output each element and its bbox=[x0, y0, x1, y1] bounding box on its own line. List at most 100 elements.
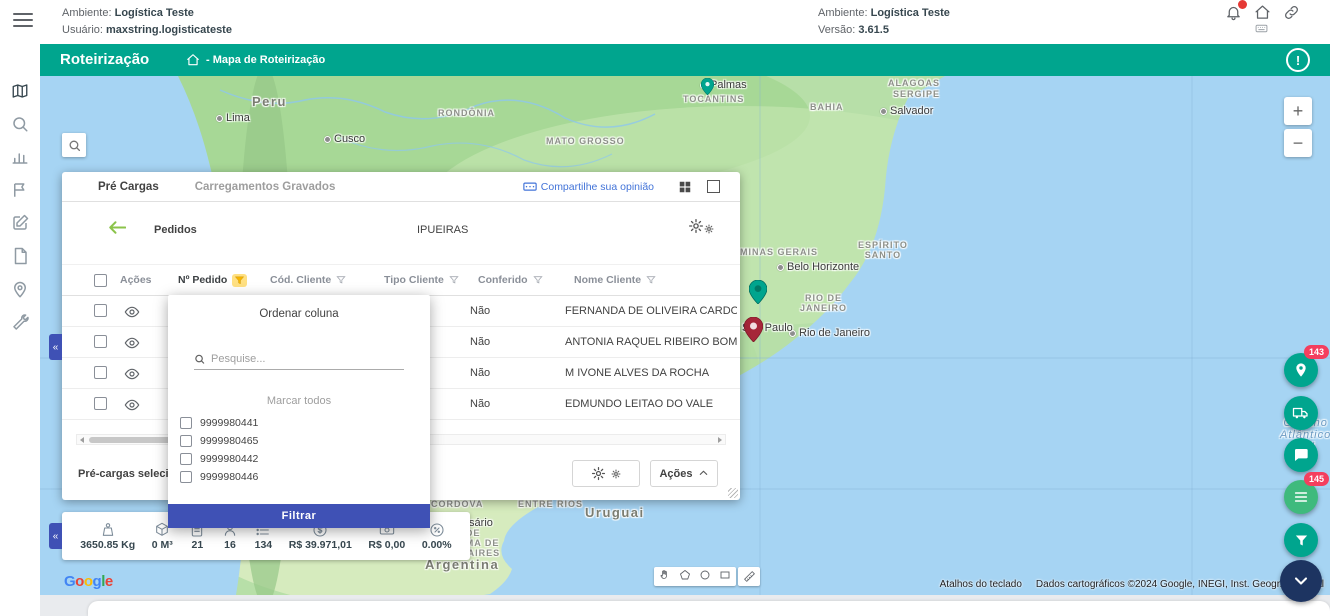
user-value: maxstring.logisticateste bbox=[106, 24, 232, 36]
sidebar bbox=[0, 44, 40, 616]
markers-count-badge: 143 bbox=[1304, 345, 1329, 359]
nome-cliente-cell: M IVONE ALVES DA ROCHA bbox=[565, 367, 709, 379]
back-button[interactable] bbox=[108, 220, 126, 240]
filter-funnel-icon[interactable] bbox=[533, 275, 543, 285]
panel-resize-handle[interactable] bbox=[728, 488, 738, 498]
tab-carregamentos-gravados[interactable]: Carregamentos Gravados bbox=[177, 172, 354, 201]
grid-view-icon[interactable] bbox=[678, 180, 692, 199]
select-all-label: Marcar todos bbox=[168, 395, 430, 407]
map-marker-small[interactable] bbox=[701, 78, 714, 100]
select-mode-icon[interactable] bbox=[707, 180, 720, 193]
filter-search-input[interactable] bbox=[211, 353, 404, 365]
filter-option[interactable]: 9999980446 bbox=[180, 471, 258, 483]
keyboard-icon[interactable] bbox=[1255, 22, 1268, 40]
nome-cliente-cell: FERNANDA DE OLIVEIRA CARDO bbox=[565, 305, 737, 317]
filter-funnel-icon[interactable] bbox=[449, 275, 459, 285]
option-checkbox[interactable] bbox=[180, 435, 192, 447]
scroll-left-arrow[interactable] bbox=[77, 435, 87, 444]
google-logo[interactable]: Google bbox=[64, 573, 113, 590]
notifications-bell-icon[interactable] bbox=[1225, 4, 1242, 26]
bottom-collapsed-bar[interactable] bbox=[88, 601, 1330, 616]
row-checkbox[interactable] bbox=[94, 366, 107, 379]
sidebar-document-icon[interactable] bbox=[11, 247, 29, 270]
sidebar-tools-icon[interactable] bbox=[11, 314, 29, 337]
env-value: Logística Teste bbox=[115, 7, 194, 19]
filter-funnel-active-icon[interactable] bbox=[232, 274, 247, 287]
sidebar-chart-icon[interactable] bbox=[11, 148, 29, 171]
column-filter-popup: Ordenar coluna Marcar todos 9999980441 9… bbox=[168, 295, 430, 528]
weight-icon bbox=[100, 522, 116, 538]
sidebar-flag-icon[interactable] bbox=[11, 181, 29, 204]
fab-chat-button[interactable] bbox=[1284, 438, 1318, 472]
page-title: Roteirização bbox=[60, 51, 149, 68]
menu-icon[interactable] bbox=[13, 13, 33, 29]
fab-filter-button[interactable] bbox=[1284, 523, 1318, 557]
draw-circle-icon[interactable] bbox=[699, 568, 711, 586]
fab-collapse-button[interactable] bbox=[1280, 560, 1322, 602]
env2-label: Ambiente: bbox=[818, 7, 868, 19]
map-search-button[interactable] bbox=[62, 133, 86, 157]
map-marker-teal[interactable] bbox=[749, 280, 767, 309]
sidebar-search-icon[interactable] bbox=[11, 115, 29, 138]
filter-option[interactable]: 9999980442 bbox=[180, 453, 258, 465]
totals-collapse-tab[interactable]: « bbox=[49, 523, 62, 549]
view-order-icon[interactable] bbox=[124, 366, 140, 387]
view-order-icon[interactable] bbox=[124, 335, 140, 356]
measure-ruler-icon[interactable] bbox=[738, 567, 760, 586]
link-icon[interactable] bbox=[1283, 4, 1300, 26]
selected-precargas-label: Pré-cargas selecio bbox=[78, 468, 175, 480]
filter-option[interactable]: 9999980441 bbox=[180, 417, 258, 429]
draw-polygon-icon[interactable] bbox=[679, 568, 691, 586]
version-info: Ambiente: Logística Teste Versão: 3.61.5 bbox=[818, 5, 950, 39]
footer-settings-button[interactable] bbox=[572, 460, 640, 487]
column-cod-cliente: Cód. Cliente bbox=[270, 274, 331, 286]
column-conferido: Conferido bbox=[478, 274, 528, 286]
zoom-in-button[interactable]: + bbox=[1284, 97, 1312, 125]
share-feedback-link[interactable]: Compartilhe sua opinião bbox=[523, 181, 654, 193]
conferido-cell: Não bbox=[470, 367, 490, 379]
breadcrumb-home-icon[interactable] bbox=[186, 53, 200, 72]
view-order-icon[interactable] bbox=[124, 397, 140, 418]
panel-collapse-tab[interactable]: « bbox=[49, 334, 62, 360]
conferido-cell: Não bbox=[470, 398, 490, 410]
tab-pre-cargas[interactable]: Pré Cargas bbox=[80, 172, 177, 201]
zoom-out-button[interactable]: − bbox=[1284, 129, 1312, 157]
filter-option[interactable]: 9999980465 bbox=[180, 435, 258, 447]
draw-rectangle-icon[interactable] bbox=[719, 568, 731, 586]
fab-truck-button[interactable] bbox=[1284, 396, 1318, 430]
pedidos-label: Pedidos bbox=[154, 224, 197, 236]
column-acoes: Ações bbox=[120, 274, 152, 286]
filter-popup-title: Ordenar coluna bbox=[168, 295, 430, 320]
conferido-cell: Não bbox=[470, 336, 490, 348]
sidebar-pin-icon[interactable] bbox=[11, 281, 29, 304]
nome-cliente-cell: EDMUNDO LEITAO DO VALE bbox=[565, 398, 713, 410]
map-marker-red[interactable] bbox=[744, 317, 763, 347]
sidebar-map-icon[interactable] bbox=[11, 82, 29, 105]
option-checkbox[interactable] bbox=[180, 471, 192, 483]
option-checkbox[interactable] bbox=[180, 417, 192, 429]
acoes-button[interactable]: Ações bbox=[650, 460, 718, 487]
panel-settings-icon[interactable] bbox=[688, 218, 714, 234]
sidebar-edit-icon[interactable] bbox=[11, 214, 29, 237]
column-tipo-cliente: Tipo Cliente bbox=[384, 274, 444, 286]
filter-funnel-icon[interactable] bbox=[646, 275, 656, 285]
filter-funnel-icon[interactable] bbox=[336, 275, 346, 285]
pan-hand-icon[interactable] bbox=[659, 568, 671, 586]
apply-filter-button[interactable]: Filtrar bbox=[168, 504, 430, 528]
row-checkbox[interactable] bbox=[94, 335, 107, 348]
select-all-checkbox[interactable] bbox=[94, 274, 107, 287]
scroll-right-arrow[interactable] bbox=[715, 435, 725, 444]
row-checkbox[interactable] bbox=[94, 304, 107, 317]
option-checkbox[interactable] bbox=[180, 453, 192, 465]
route-title: IPUEIRAS bbox=[417, 224, 468, 236]
breadcrumb: - Mapa de Roteirização bbox=[206, 54, 325, 66]
view-order-icon[interactable] bbox=[124, 304, 140, 325]
keyboard-shortcuts-link[interactable]: Atalhos do teclado bbox=[940, 579, 1022, 590]
notification-badge bbox=[1238, 0, 1247, 9]
row-checkbox[interactable] bbox=[94, 397, 107, 410]
env2-value: Logística Teste bbox=[871, 7, 950, 19]
alert-button[interactable]: ! bbox=[1286, 48, 1310, 72]
draw-toolbar bbox=[654, 567, 736, 586]
screen: Ambiente: Logística Teste Usuário: maxst… bbox=[0, 0, 1330, 616]
total-weight: 3650.85 Kg bbox=[80, 522, 135, 551]
